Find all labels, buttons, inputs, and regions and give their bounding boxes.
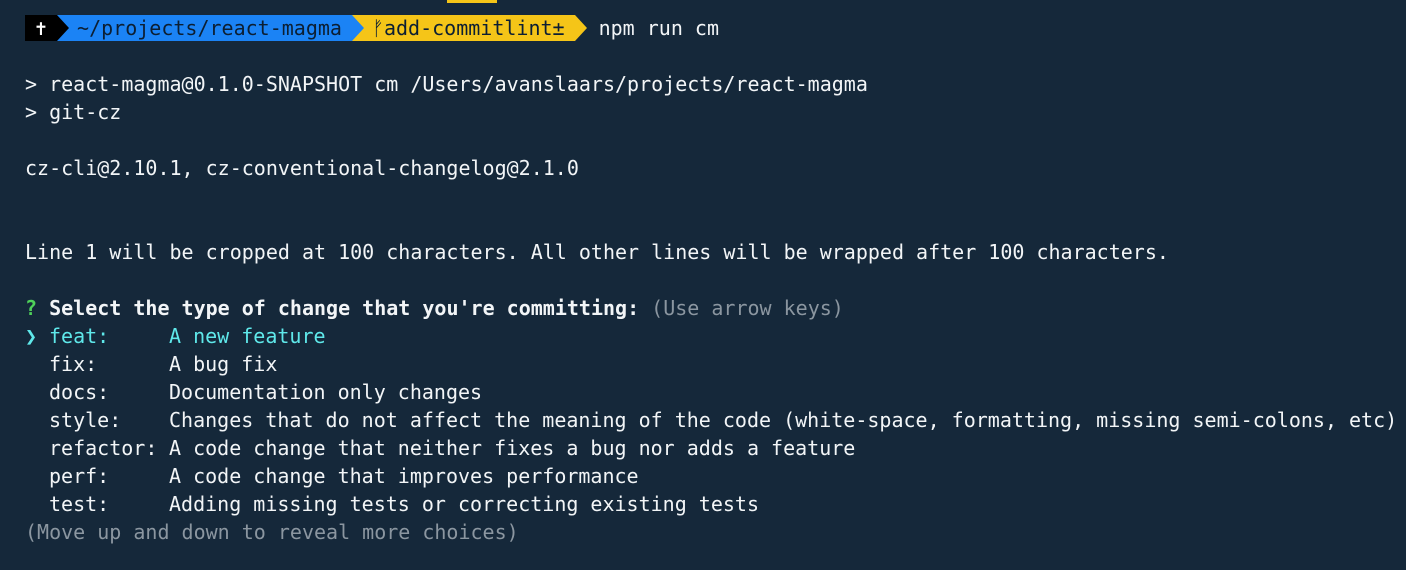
choice-description: Documentation only changes <box>169 380 483 404</box>
more-choices-hint: (Move up and down to reveal more choices… <box>25 520 519 544</box>
choice-name: style: <box>49 408 122 432</box>
git-branch-name: add-commitlint± <box>383 16 565 40</box>
prompt-path-segment: ~/projects/react-magma <box>57 15 364 41</box>
question-text: Select the type of change that you're co… <box>49 296 640 320</box>
terminal-window[interactable]: ✝ ~/projects/react-magma ᚠ add-commitlint… <box>0 0 1406 570</box>
choice-name: docs: <box>49 380 110 404</box>
typed-command: npm run cm <box>598 16 719 40</box>
script-line: > react-magma@0.1.0-SNAPSHOT cm /Users/a… <box>25 72 868 96</box>
versions-line: cz-cli@2.10.1, cz-conventional-changelog… <box>25 156 579 180</box>
choice-name: test: <box>49 492 110 516</box>
choice-perf[interactable]: perf: A code change that improves perform… <box>25 462 1406 490</box>
choice-name: refactor: <box>49 436 158 460</box>
shell-prompt: ✝ ~/projects/react-magma ᚠ add-commitlint… <box>25 14 1406 42</box>
cross-icon: ✝ <box>35 16 48 40</box>
choice-refactor[interactable]: refactor: A code change that neither fixe… <box>25 434 1406 462</box>
choice-docs[interactable]: docs: Documentation only changes <box>25 378 1406 406</box>
choice-style[interactable]: style: Changes that do not affect the mea… <box>25 406 1406 434</box>
choice-name: fix: <box>49 352 98 376</box>
choice-feat[interactable]: ❯ feat: A new feature <box>25 322 1406 350</box>
choice-test[interactable]: test: Adding missing tests or correcting … <box>25 490 1406 518</box>
active-tab-indicator <box>447 0 497 3</box>
info-line: Line 1 will be cropped at 100 characters… <box>25 240 1169 264</box>
prompt-path: ~/projects/react-magma <box>77 16 342 40</box>
choice-description: A new feature <box>169 324 326 348</box>
question-line: ? Select the type of change that you're … <box>25 294 1406 322</box>
question-hint: (Use arrow keys) <box>651 296 844 320</box>
choice-description: A code change that improves performance <box>169 464 639 488</box>
prompt-git-segment: ᚠ add-commitlint± <box>351 15 587 41</box>
segment-arrow <box>57 15 70 41</box>
pointer-icon: ❯ <box>25 324 38 348</box>
choice-name: feat: <box>49 324 110 348</box>
choice-fix[interactable]: fix: A bug fix <box>25 350 1406 378</box>
choice-description: Changes that do not affect the meaning o… <box>169 408 1398 432</box>
segment-arrow <box>351 15 364 41</box>
choice-name: perf: <box>49 464 110 488</box>
choice-description: A code change that neither fixes a bug n… <box>169 436 856 460</box>
question-mark-icon: ? <box>25 296 38 320</box>
choice-description: A bug fix <box>169 352 278 376</box>
git-branch-icon: ᚠ <box>371 16 384 40</box>
choice-description: Adding missing tests or correcting exist… <box>169 492 760 516</box>
segment-arrow <box>574 15 587 41</box>
subcommand-line: > git-cz <box>25 100 122 124</box>
prompt-root-segment: ✝ <box>25 15 70 41</box>
